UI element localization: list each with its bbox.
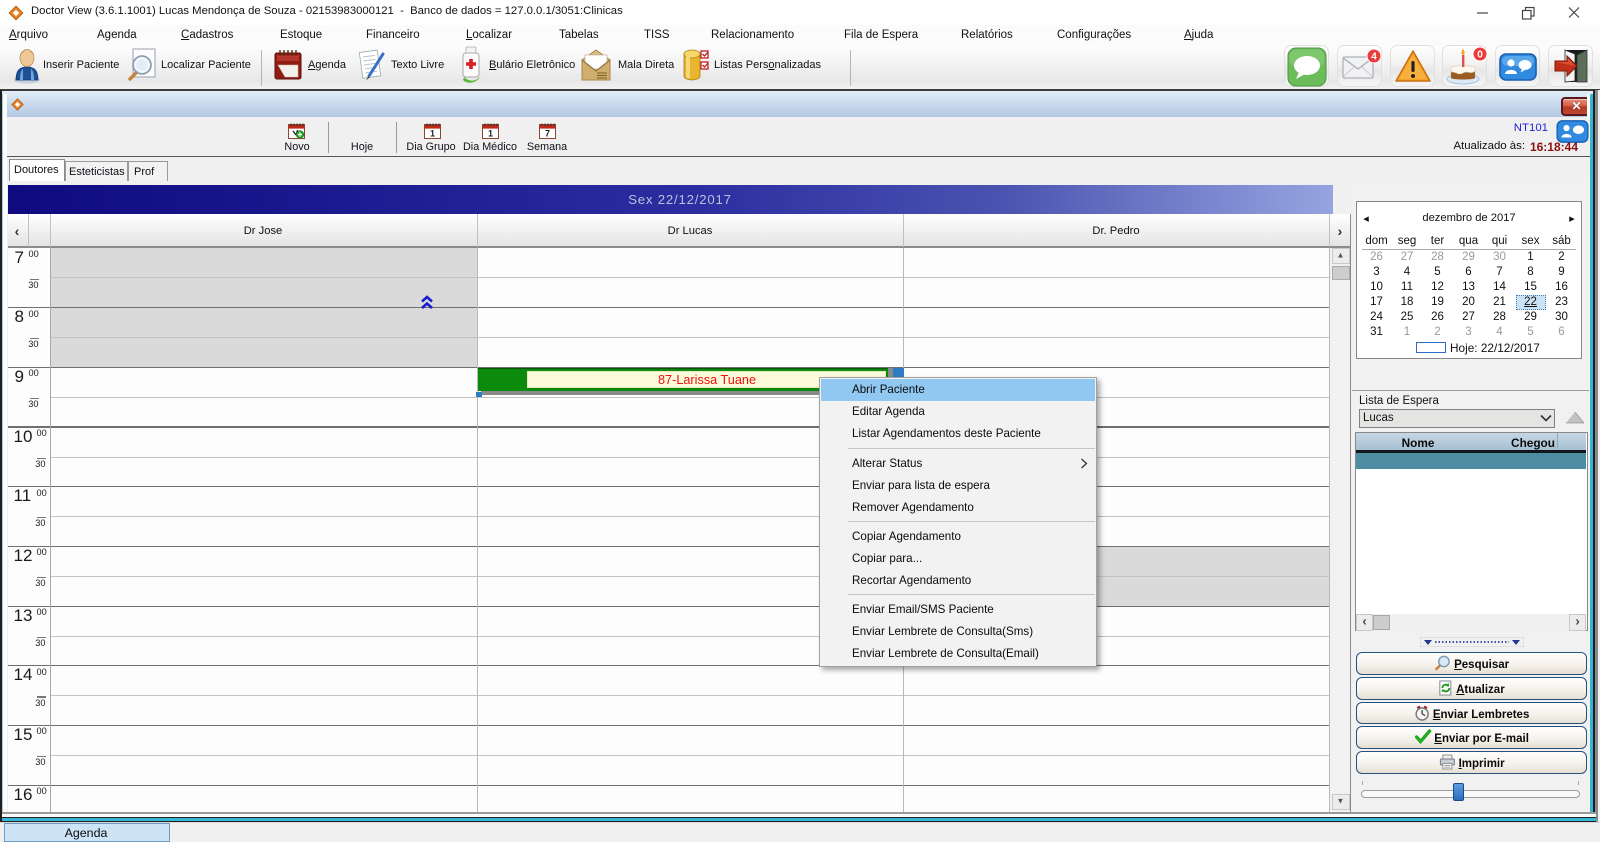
svg-text:0: 0	[1477, 49, 1483, 60]
svg-text:4: 4	[1371, 51, 1377, 62]
svg-text:1: 1	[488, 128, 493, 138]
svg-text:1: 1	[430, 128, 435, 138]
svg-text:7: 7	[545, 128, 550, 138]
